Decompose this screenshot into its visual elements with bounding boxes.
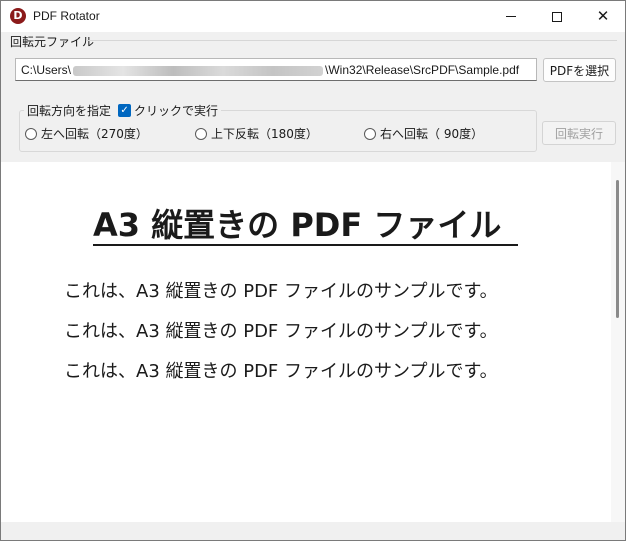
- click-to-run-label[interactable]: クリックで実行: [134, 102, 218, 119]
- redacted-path-segment: [73, 65, 324, 76]
- minimize-button[interactable]: [488, 1, 534, 32]
- radio-rotate-left[interactable]: 左へ回転（270度）: [25, 125, 148, 142]
- app-window: D PDF Rotator ✕ 回転元ファイル C:\Users\ \Win32\…: [0, 0, 626, 541]
- maximize-icon: [552, 11, 562, 22]
- rotate-execute-button[interactable]: 回転実行: [542, 121, 616, 145]
- vertical-scrollbar-thumb[interactable]: [616, 180, 619, 318]
- preview-text-line: これは、A3 縦置きの PDF ファイルのサンプルです。: [64, 321, 498, 342]
- radio-circle-icon: [25, 127, 37, 140]
- path-prefix: C:\Users\: [21, 63, 72, 77]
- app-icon: D: [10, 8, 26, 24]
- heading-underline: [93, 244, 518, 246]
- close-icon: ✕: [596, 7, 610, 25]
- direction-group-label: 回転方向を指定: [27, 104, 112, 118]
- click-to-run-checkbox[interactable]: ✓: [118, 104, 132, 117]
- select-pdf-button[interactable]: PDFを選択: [543, 58, 616, 82]
- path-suffix: \Win32\Release\SrcPDF\Sample.pdf: [325, 63, 520, 77]
- horizontal-scrollbar[interactable]: [1, 522, 625, 540]
- radio-rotate-right-label: 右へ回転（ 90度）: [380, 127, 484, 141]
- preview-text-line: これは、A3 縦置きの PDF ファイルのサンプルです。: [64, 361, 498, 382]
- minimize-icon: [506, 16, 516, 17]
- radio-flip-vertical-label: 上下反転（180度）: [211, 127, 318, 141]
- pdf-preview-pane[interactable]: A3 縦置きの PDF ファイル これは、A3 縦置きの PDF ファイルのサン…: [1, 162, 611, 522]
- radio-rotate-left-label: 左へ回転（270度）: [41, 127, 148, 141]
- preview-heading: A3 縦置きの PDF ファイル: [93, 206, 502, 244]
- title-bar[interactable]: D PDF Rotator ✕: [1, 1, 625, 32]
- radio-rotate-right[interactable]: 右へ回転（ 90度）: [364, 125, 483, 142]
- direction-group-header: 回転方向を指定 ✓ クリックで実行: [24, 102, 222, 119]
- maximize-button[interactable]: [534, 1, 580, 32]
- window-title: PDF Rotator: [33, 9, 100, 23]
- source-group-divider: [87, 40, 617, 41]
- radio-circle-icon: [364, 127, 376, 140]
- vertical-scrollbar[interactable]: [611, 162, 625, 522]
- close-button[interactable]: ✕: [580, 1, 625, 32]
- preview-text-line: これは、A3 縦置きの PDF ファイルのサンプルです。: [64, 281, 498, 302]
- source-path-field[interactable]: C:\Users\ \Win32\Release\SrcPDF\Sample.pd…: [15, 58, 537, 81]
- source-group-label: 回転元ファイル: [10, 35, 95, 49]
- radio-circle-icon: [195, 127, 207, 140]
- radio-flip-vertical[interactable]: 上下反転（180度）: [195, 125, 318, 142]
